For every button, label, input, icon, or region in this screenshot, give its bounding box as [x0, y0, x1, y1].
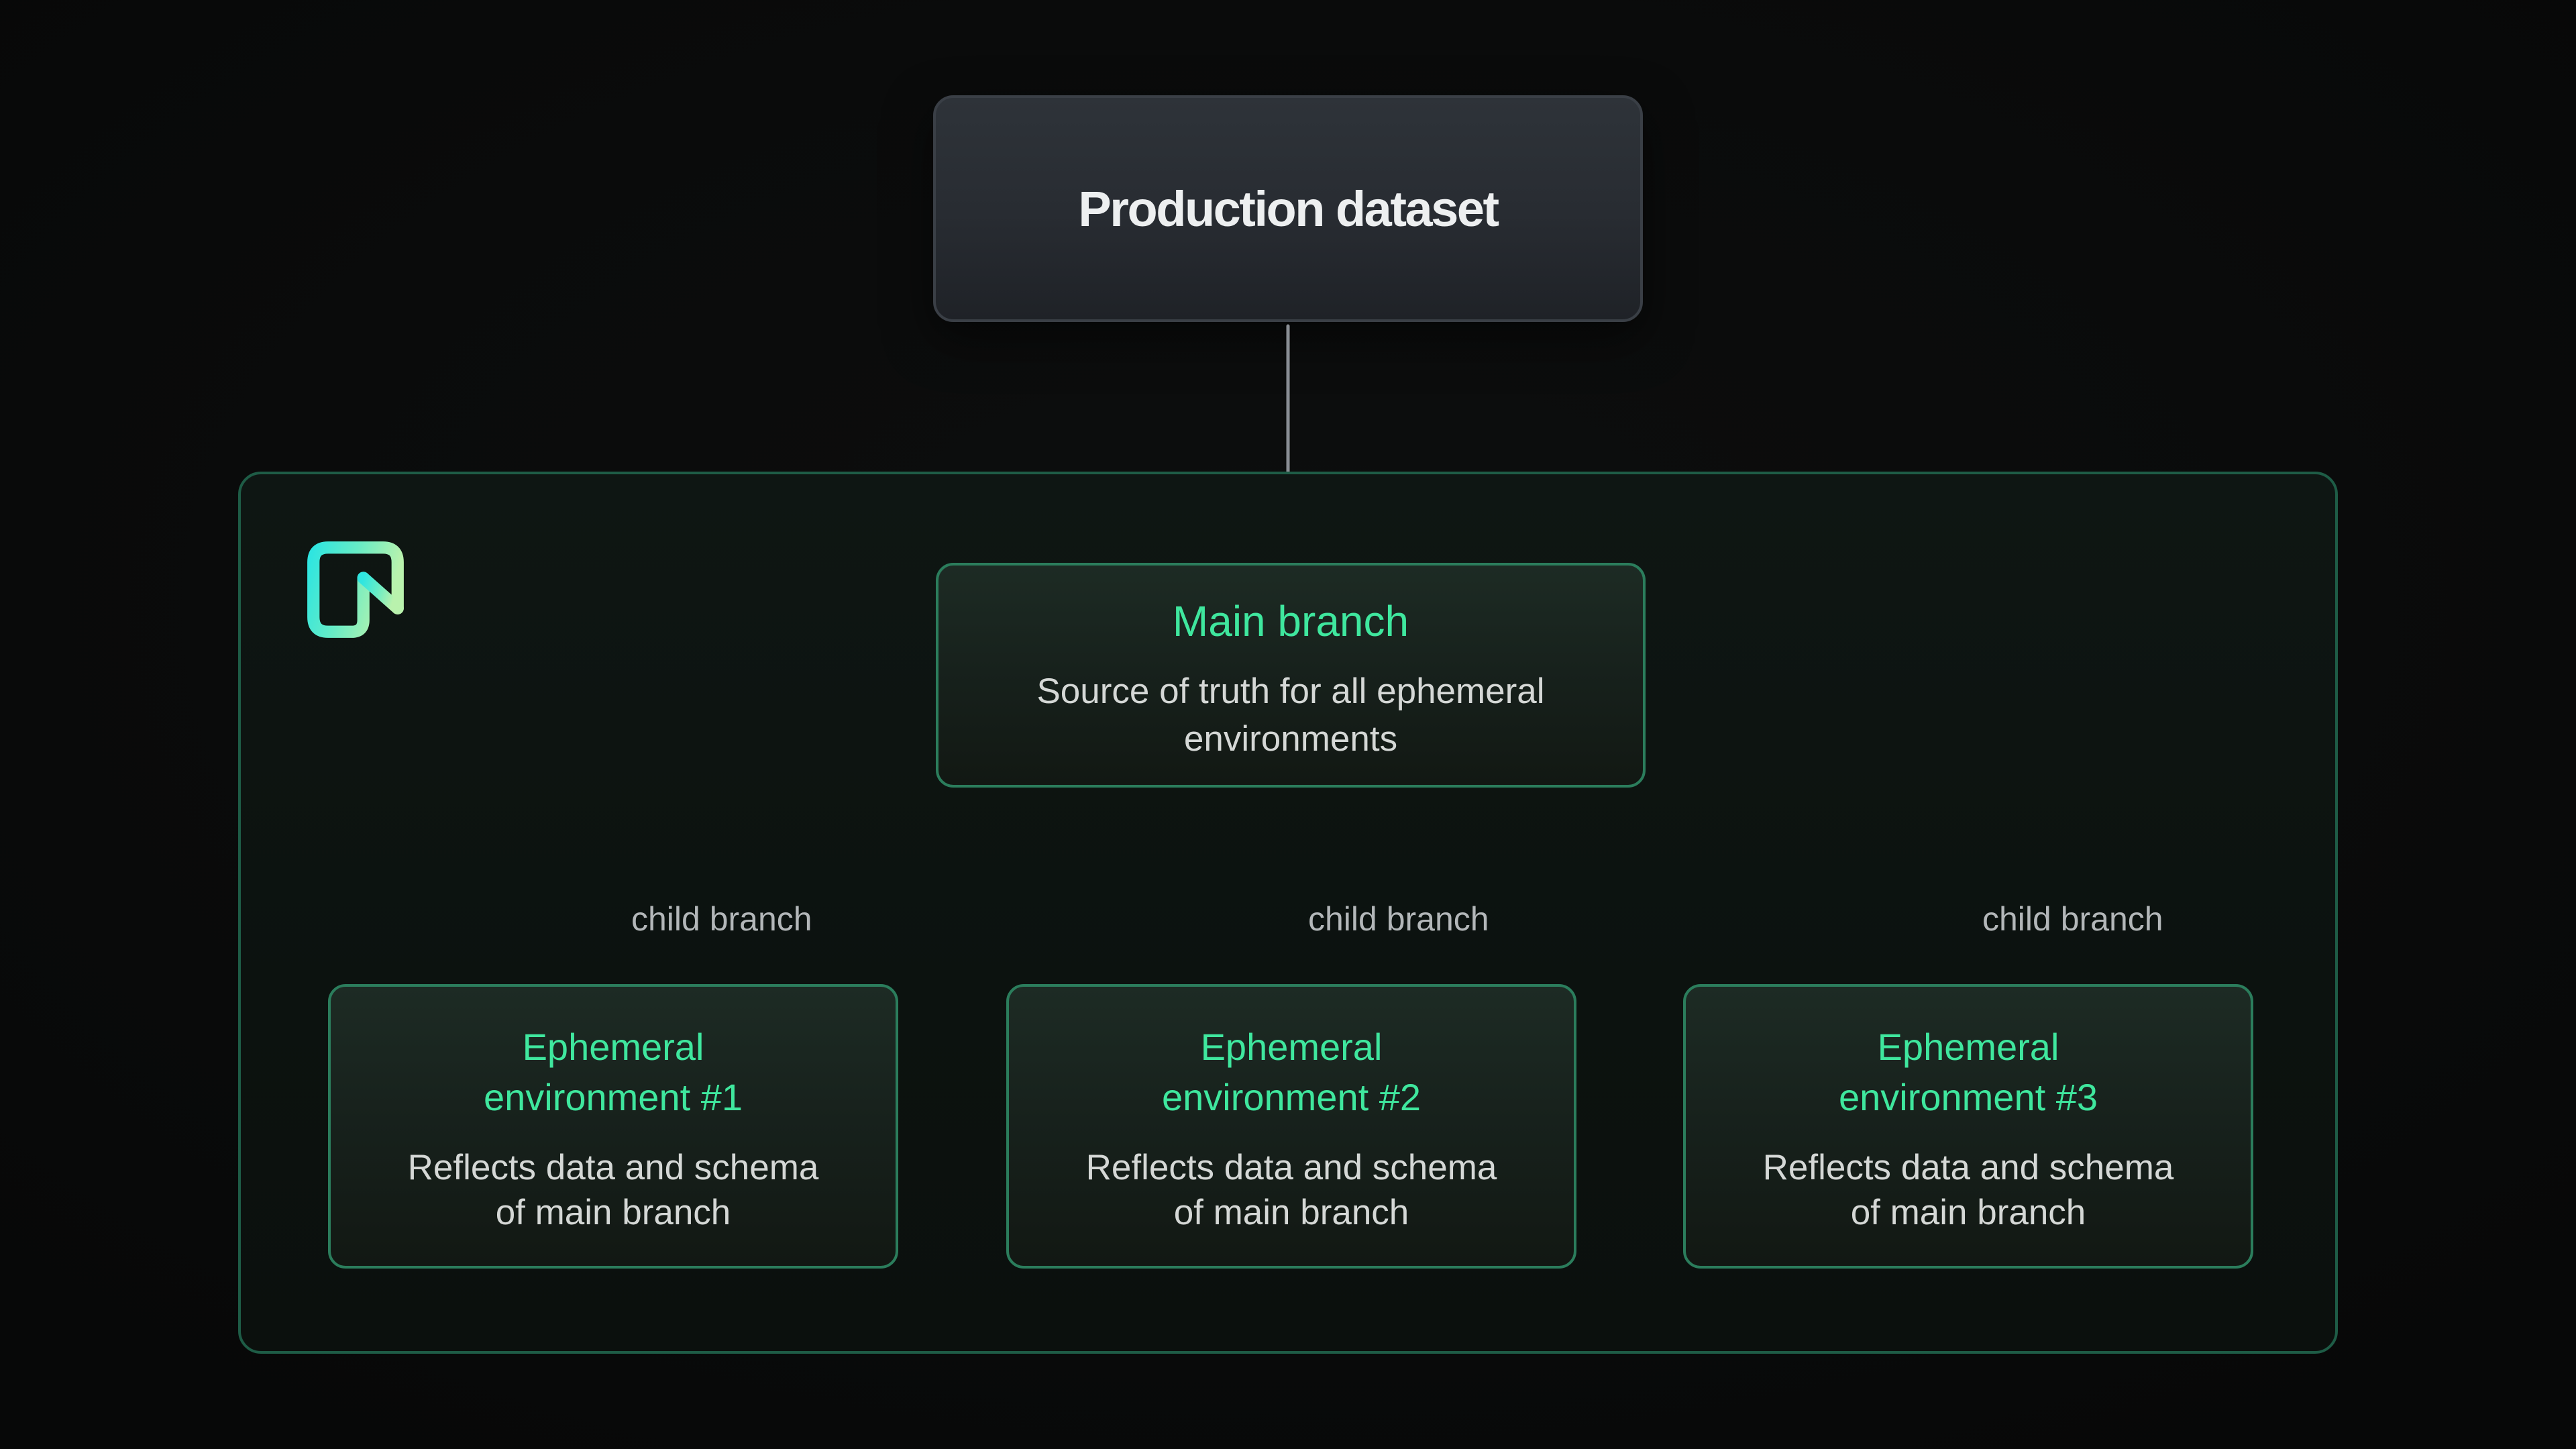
child-branch-label-3: child branch — [1982, 902, 2163, 936]
production-dataset-title: Production dataset — [1078, 180, 1497, 237]
ephemeral-env-1-title-line-2: environment #1 — [484, 1072, 743, 1122]
ephemeral-env-3-description: Reflects data and schema of main branch — [1763, 1145, 2174, 1235]
child-branch-label-1: child branch — [631, 902, 812, 936]
neon-logo-icon — [307, 541, 405, 639]
production-dataset-box: Production dataset — [933, 95, 1643, 322]
main-branch-description-line-1: Source of truth for all ephemeral — [1036, 667, 1544, 715]
main-branch-box: Main branch Source of truth for all ephe… — [936, 563, 1646, 788]
ephemeral-env-2-description: Reflects data and schema of main branch — [1086, 1145, 1497, 1235]
ephemeral-env-2-description-line-2: of main branch — [1086, 1190, 1497, 1235]
ephemeral-env-3-description-line-1: Reflects data and schema — [1763, 1145, 2174, 1190]
main-branch-description-line-2: environments — [1036, 715, 1544, 763]
ephemeral-env-box-3: Ephemeral environment #3 Reflects data a… — [1683, 984, 2253, 1269]
ephemeral-env-1-description-line-1: Reflects data and schema — [408, 1145, 819, 1190]
diagram-stage: Production dataset — [0, 0, 2576, 1449]
ephemeral-env-box-1: Ephemeral environment #1 Reflects data a… — [328, 984, 898, 1269]
ephemeral-env-2-title-line-1: Ephemeral — [1162, 1022, 1421, 1072]
ephemeral-env-2-title: Ephemeral environment #2 — [1162, 1022, 1421, 1122]
ephemeral-env-2-title-line-2: environment #2 — [1162, 1072, 1421, 1122]
ephemeral-env-1-title: Ephemeral environment #1 — [484, 1022, 743, 1122]
ephemeral-env-1-description-line-2: of main branch — [408, 1190, 819, 1235]
ephemeral-env-3-description-line-2: of main branch — [1763, 1190, 2174, 1235]
ephemeral-env-2-description-line-1: Reflects data and schema — [1086, 1145, 1497, 1190]
ephemeral-env-3-title-line-1: Ephemeral — [1839, 1022, 2098, 1072]
ephemeral-env-1-title-line-1: Ephemeral — [484, 1022, 743, 1072]
ephemeral-env-1-description: Reflects data and schema of main branch — [408, 1145, 819, 1235]
main-branch-title: Main branch — [1173, 598, 1409, 645]
child-branch-label-2: child branch — [1308, 902, 1489, 936]
main-branch-description: Source of truth for all ephemeral enviro… — [1036, 667, 1544, 763]
ephemeral-env-3-title-line-2: environment #3 — [1839, 1072, 2098, 1122]
ephemeral-env-box-2: Ephemeral environment #2 Reflects data a… — [1006, 984, 1576, 1269]
ephemeral-env-3-title: Ephemeral environment #3 — [1839, 1022, 2098, 1122]
